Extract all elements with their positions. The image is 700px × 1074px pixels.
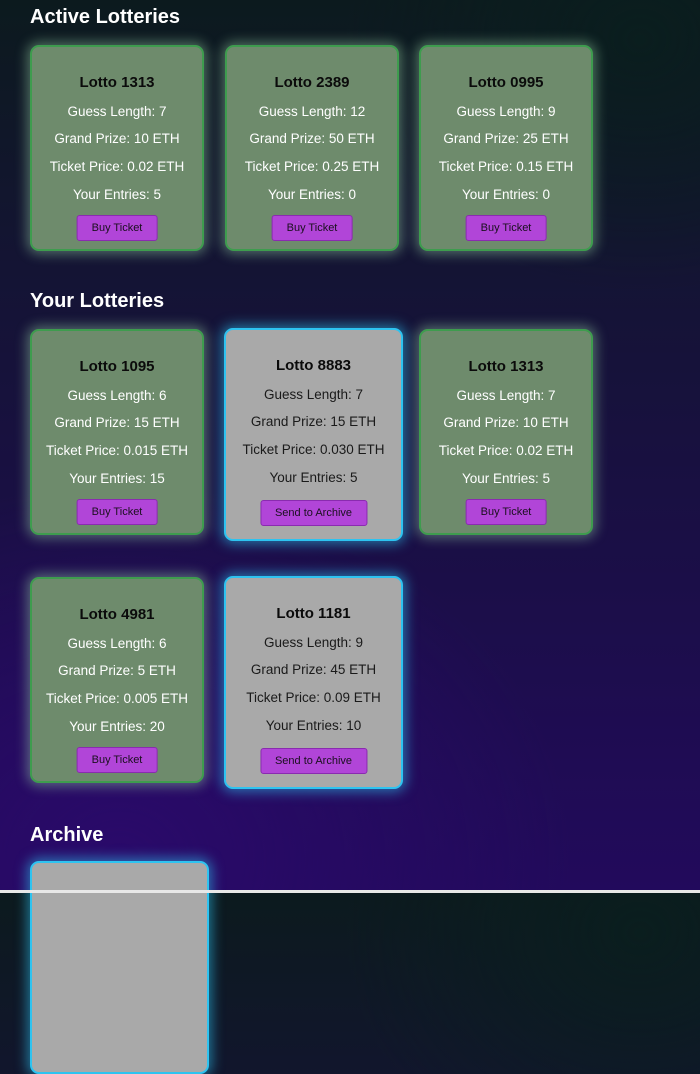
ticket-price: Ticket Price: 0.02 ETH (438, 443, 574, 458)
lottery-card: Lotto 0995 Guess Length: 9 Grand Prize: … (419, 45, 593, 251)
lottery-card: Lotto 1095 Guess Length: 6 Grand Prize: … (30, 329, 204, 535)
buy-ticket-button[interactable]: Buy Ticket (76, 499, 158, 525)
ended-lottery-card: Lotto 1181 Guess Length: 9 Grand Prize: … (224, 576, 403, 789)
your-entries: Your Entries: 10 (265, 718, 362, 733)
grand-prize: Grand Prize: 50 ETH (249, 131, 375, 146)
lottery-name: Lotto 1095 (79, 358, 155, 375)
lottery-name: Lotto 1313 (79, 74, 155, 91)
lottery-name: Lotto 0995 (468, 74, 544, 91)
lottery-name: Lotto 1181 (276, 605, 351, 622)
grand-prize: Grand Prize: 15 ETH (54, 415, 180, 430)
grand-prize: Grand Prize: 45 ETH (250, 662, 377, 677)
buy-ticket-button[interactable]: Buy Ticket (76, 747, 158, 773)
grand-prize: Grand Prize: 15 ETH (250, 414, 377, 429)
ticket-price: Ticket Price: 0.015 ETH (45, 443, 189, 458)
buy-ticket-button[interactable]: Buy Ticket (465, 215, 547, 241)
lottery-name: Lotto 1313 (468, 358, 544, 375)
guess-length: Guess Length: 7 (263, 387, 364, 402)
lottery-name: Lotto 4981 (79, 606, 155, 623)
lottery-name: Lotto 8883 (275, 357, 351, 374)
send-to-archive-button[interactable]: Send to Archive (259, 748, 368, 774)
guess-length: Guess Length: 7 (456, 388, 556, 403)
ticket-price: Ticket Price: 0.15 ETH (438, 159, 574, 174)
send-to-archive-button[interactable]: Send to Archive (259, 500, 368, 526)
guess-length: Guess Length: 12 (258, 104, 366, 119)
section-title-archive: Archive (30, 824, 104, 846)
grand-prize: Grand Prize: 25 ETH (443, 131, 569, 146)
grand-prize: Grand Prize: 10 ETH (443, 415, 569, 430)
buy-ticket-button[interactable]: Buy Ticket (76, 215, 158, 241)
guess-length: Guess Length: 6 (67, 636, 167, 651)
your-entries: Your Entries: 0 (267, 187, 357, 202)
ticket-price: Ticket Price: 0.25 ETH (244, 159, 380, 174)
grand-prize: Grand Prize: 10 ETH (54, 131, 180, 146)
lottery-card: Lotto 1313 Guess Length: 7 Grand Prize: … (30, 45, 204, 251)
your-entries: Your Entries: 0 (461, 187, 551, 202)
lottery-card: Lotto 2389 Guess Length: 12 Grand Prize:… (225, 45, 399, 251)
guess-length: Guess Length: 6 (67, 388, 167, 403)
ticket-price: Ticket Price: 0.030 ETH (242, 442, 385, 457)
lottery-card: Lotto 1313 Guess Length: 7 Grand Prize: … (419, 329, 593, 535)
section-title-your-lotteries: Your Lotteries (30, 290, 165, 312)
guess-length: Guess Length: 9 (456, 104, 556, 119)
lottery-card: Lotto 4981 Guess Length: 6 Grand Prize: … (30, 577, 204, 783)
lottery-name: Lotto 2389 (274, 74, 350, 91)
section-title-active: Active Lotteries (30, 6, 181, 28)
guess-length: Guess Length: 9 (263, 635, 364, 650)
guess-length: Guess Length: 7 (67, 104, 167, 119)
your-entries: Your Entries: 5 (269, 470, 358, 485)
your-entries: Your Entries: 5 (72, 187, 162, 202)
ticket-price: Ticket Price: 0.09 ETH (246, 690, 381, 705)
buy-ticket-button[interactable]: Buy Ticket (271, 215, 353, 241)
your-entries: Your Entries: 5 (461, 471, 551, 486)
grand-prize: Grand Prize: 5 ETH (58, 663, 176, 678)
your-entries: Your Entries: 20 (69, 719, 165, 734)
your-entries: Your Entries: 15 (69, 471, 165, 486)
buy-ticket-button[interactable]: Buy Ticket (465, 499, 547, 525)
ticket-price: Ticket Price: 0.02 ETH (49, 159, 185, 174)
ticket-price: Ticket Price: 0.005 ETH (45, 691, 189, 706)
ended-lottery-card: Lotto 8883 Guess Length: 7 Grand Prize: … (224, 328, 403, 541)
